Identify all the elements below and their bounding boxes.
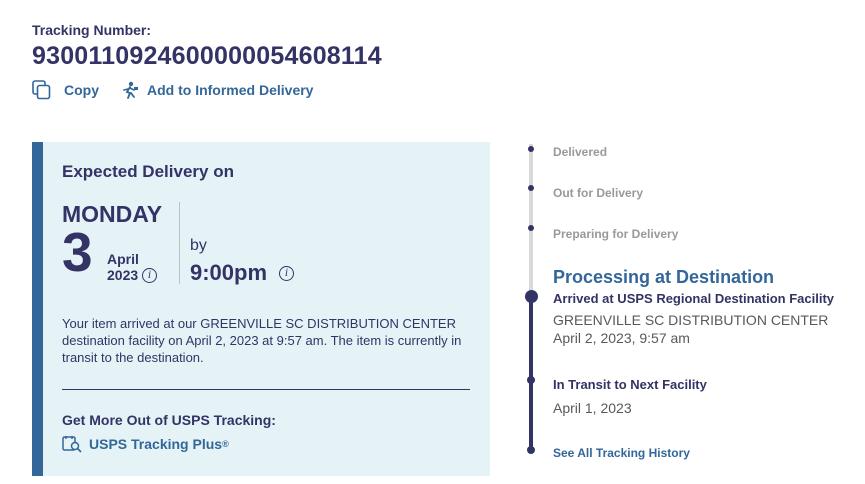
step-preparing-for-delivery: Preparing for Delivery bbox=[553, 227, 679, 241]
timeline-future-line bbox=[529, 144, 533, 296]
time-info-icon[interactable]: i bbox=[279, 265, 295, 281]
timeline-event-dot bbox=[524, 290, 538, 303]
timeline-step-dot bbox=[528, 185, 534, 191]
usps-tracking-plus-label: USPS Tracking Plus bbox=[89, 436, 223, 452]
copy-button[interactable]: Copy bbox=[32, 80, 99, 100]
tracking-number-label: Tracking Number: bbox=[32, 22, 152, 38]
usps-tracking-plus-link[interactable]: USPS Tracking Plus ® bbox=[62, 435, 229, 453]
event-datetime: April 2, 2023, 9:57 am bbox=[553, 330, 690, 346]
delivery-month: April bbox=[107, 251, 139, 267]
delivery-time: 9:00pm bbox=[190, 260, 268, 285]
card-divider bbox=[62, 389, 470, 390]
event-datetime: April 1, 2023 bbox=[553, 400, 632, 416]
copy-label: Copy bbox=[64, 82, 99, 98]
timeline-end-dot bbox=[527, 446, 535, 454]
timeline-step-dot bbox=[528, 146, 534, 152]
mail-carrier-icon bbox=[121, 81, 139, 99]
delivery-time-row: 9:00pm i bbox=[190, 260, 295, 286]
tracking-actions: Copy Add to Informed Delivery bbox=[32, 80, 313, 100]
expected-delivery-title: Expected Delivery on bbox=[62, 162, 234, 181]
event-location: GREENVILLE SC DISTRIBUTION CENTER bbox=[553, 312, 829, 328]
copy-icon bbox=[32, 80, 52, 100]
delivery-day: 3 bbox=[62, 221, 93, 283]
timeline-event-dot bbox=[527, 376, 535, 384]
add-informed-delivery-button[interactable]: Add to Informed Delivery bbox=[121, 81, 313, 99]
step-delivered: Delivered bbox=[553, 145, 608, 159]
see-all-tracking-history-link[interactable]: See All Tracking History bbox=[553, 446, 690, 460]
timeline-progress-line bbox=[529, 296, 533, 453]
registered-mark: ® bbox=[222, 439, 229, 449]
event-title: In Transit to Next Facility bbox=[553, 377, 707, 392]
delivery-year-row: 2023 i bbox=[107, 267, 158, 283]
date-time-divider bbox=[179, 202, 180, 284]
delivery-year: 2023 bbox=[107, 267, 139, 283]
expected-delivery-card: Expected Delivery on MONDAY 3 April 2023… bbox=[32, 142, 490, 476]
delivery-status-description: Your item arrived at our GREENVILLE SC D… bbox=[62, 316, 462, 365]
by-label: by bbox=[190, 237, 207, 254]
tracking-number: 9300110924600000054608114 bbox=[32, 42, 382, 70]
add-informed-delivery-label: Add to Informed Delivery bbox=[147, 82, 314, 98]
step-out-for-delivery: Out for Delivery bbox=[553, 186, 644, 200]
tracking-plus-icon bbox=[62, 435, 82, 453]
date-info-icon[interactable]: i bbox=[142, 267, 158, 283]
get-more-title: Get More Out of USPS Tracking: bbox=[62, 412, 276, 428]
event-title: Arrived at USPS Regional Destination Fac… bbox=[553, 291, 835, 306]
timeline-step-dot bbox=[528, 225, 534, 231]
current-status-heading: Processing at Destination bbox=[553, 267, 775, 287]
